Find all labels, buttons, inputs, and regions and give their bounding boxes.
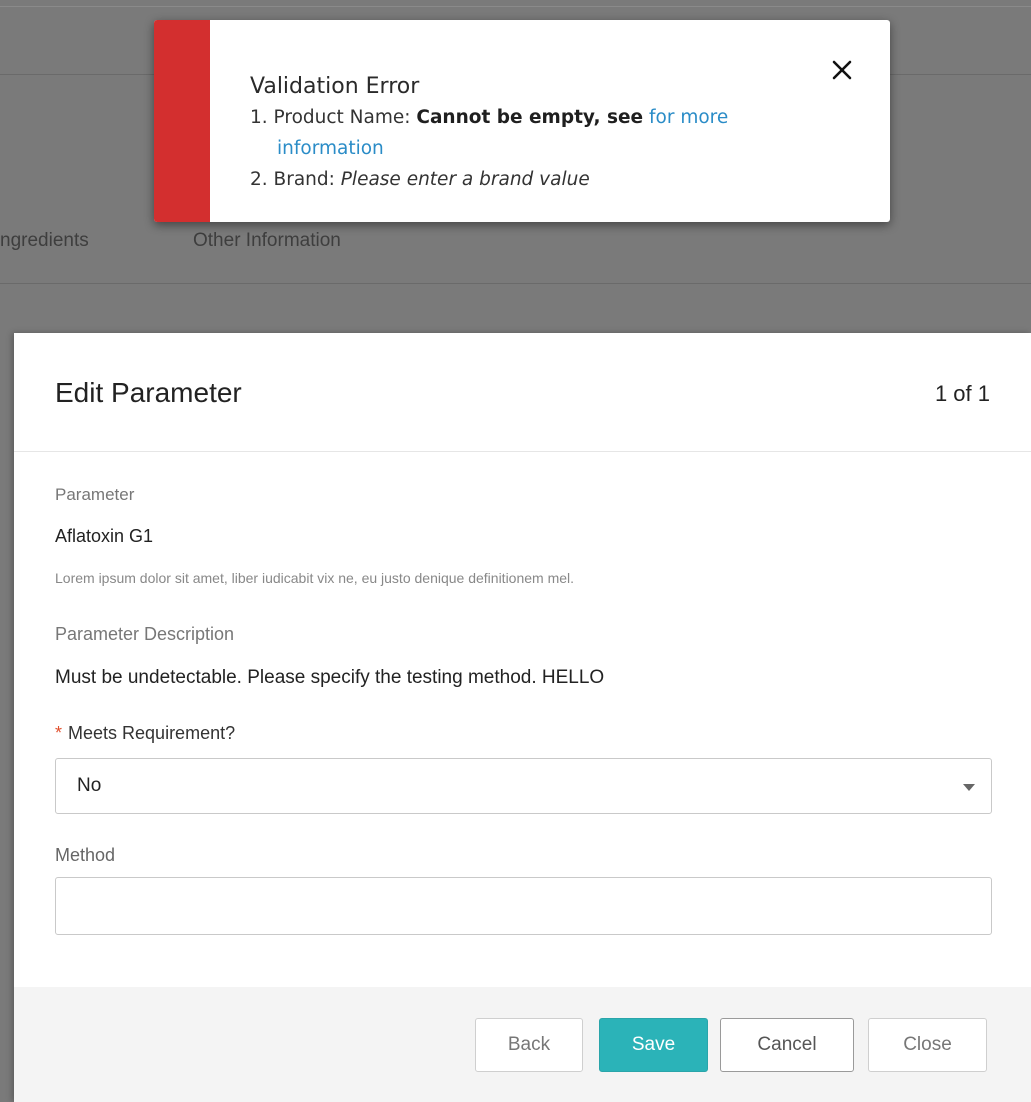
edit-parameter-modal: Edit Parameter 1 of 1 Parameter Aflatoxi… bbox=[14, 333, 1031, 1102]
required-marker: * bbox=[55, 723, 63, 743]
meets-requirement-label-text: Meets Requirement? bbox=[68, 723, 236, 743]
background-tab-other-information: Other Information bbox=[193, 230, 341, 251]
validation-error-item: 1. Product Name: Cannot be empty, see fo… bbox=[250, 102, 810, 164]
toast-title: Validation Error bbox=[250, 74, 420, 99]
save-button[interactable]: Save bbox=[599, 1018, 708, 1072]
meets-requirement-selected-value: No bbox=[77, 775, 102, 796]
toast-accent-bar bbox=[154, 20, 210, 222]
validation-error-toast: Validation Error 1. Product Name: Cannot… bbox=[154, 20, 890, 222]
parameter-value: Aflatoxin G1 bbox=[55, 526, 154, 546]
method-input[interactable] bbox=[55, 877, 992, 935]
modal-header: Edit Parameter 1 of 1 bbox=[14, 333, 1031, 452]
validation-error-list: 1. Product Name: Cannot be empty, see fo… bbox=[250, 102, 810, 195]
more-information-link[interactable]: for more bbox=[649, 107, 728, 128]
record-counter: 1 of 1 bbox=[934, 381, 990, 406]
background-divider bbox=[0, 283, 1031, 284]
error-message: Please enter a brand value bbox=[340, 169, 590, 190]
back-button[interactable]: Back bbox=[475, 1018, 583, 1072]
caret-down-icon bbox=[963, 784, 975, 791]
modal-title: Edit Parameter bbox=[55, 377, 242, 408]
meets-requirement-select[interactable]: No bbox=[55, 758, 992, 814]
more-information-link-continued[interactable]: information bbox=[250, 133, 810, 164]
validation-error-item: 2. Brand: Please enter a brand value bbox=[250, 164, 810, 195]
background-divider bbox=[0, 6, 1031, 7]
error-field-label: Brand: bbox=[273, 169, 335, 190]
modal-footer: Back Save Cancel Close bbox=[14, 987, 1031, 1102]
error-number: 2. bbox=[250, 169, 268, 190]
parameter-label: Parameter bbox=[55, 485, 135, 504]
close-button[interactable]: Close bbox=[868, 1018, 987, 1072]
cancel-button[interactable]: Cancel bbox=[720, 1018, 854, 1072]
parameter-note: Lorem ipsum dolor sit amet, liber iudica… bbox=[55, 570, 575, 586]
error-number: 1. bbox=[250, 107, 268, 128]
close-icon[interactable] bbox=[826, 54, 858, 86]
meets-requirement-label: * Meets Requirement? bbox=[55, 723, 235, 744]
error-message: Cannot be empty, see bbox=[416, 107, 644, 128]
error-field-label: Product Name: bbox=[273, 107, 411, 128]
parameter-description-value: Must be undetectable. Please specify the… bbox=[55, 667, 605, 688]
method-label: Method bbox=[55, 845, 116, 865]
parameter-description-label: Parameter Description bbox=[55, 624, 235, 644]
background-tab-ingredients: ngredients bbox=[0, 230, 89, 251]
